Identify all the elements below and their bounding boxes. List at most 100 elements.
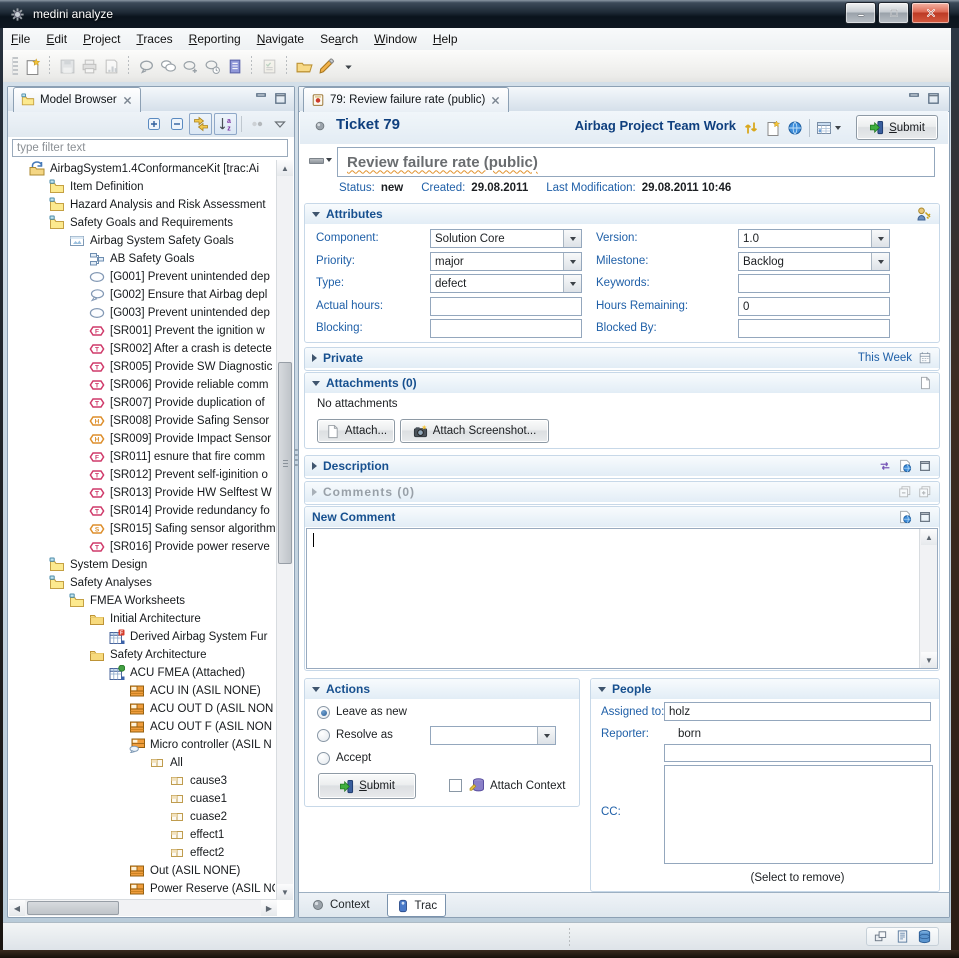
tab-context[interactable]: Context [303,894,378,915]
tree-item[interactable]: AB Safety Goals [9,250,275,268]
tree-item[interactable]: Micro controller (ASIL N [9,736,275,754]
collapse-all-icon[interactable] [898,485,912,499]
maximize-sq-icon[interactable] [918,459,932,473]
tree-item[interactable]: H[SR009] Provide Impact Sensor [9,430,275,448]
tree-item[interactable]: Airbag System Safety Goals [9,232,275,250]
menu-arrow-button[interactable] [337,55,359,77]
comment-scrollbar[interactable]: ▲ ▼ [919,529,937,668]
titlebar[interactable]: medini analyze [0,0,959,28]
menu-reporting[interactable]: Reporting [181,28,249,50]
tree-item[interactable]: Safety Goals and Requirements [9,214,275,232]
actual-hours-input[interactable] [430,297,582,316]
tree-item[interactable]: Hazard Analysis and Risk Assessment [9,196,275,214]
preview-globe-icon[interactable] [898,510,912,524]
comments-header[interactable]: Comments (0) [305,482,939,502]
tab-ticket-79[interactable]: 79: Review failure rate (public) [303,87,509,112]
tree-item[interactable]: T[SR007] Provide duplication of [9,394,275,412]
scrollbar-thumb[interactable] [278,362,292,564]
folder-open-button[interactable] [293,55,315,77]
sort-az-button[interactable]: az [214,113,237,135]
attributes-header[interactable]: Attributes [305,204,939,224]
attach-button[interactable]: Attach... [317,419,395,443]
attach-context-checkbox[interactable] [449,779,462,792]
radio-resolve-as[interactable] [317,729,330,742]
tree-item[interactable]: Out (ASIL NONE) [9,862,275,880]
tab-model-browser[interactable]: Model Browser [13,87,141,112]
tree-item[interactable]: cause3 [9,772,275,790]
blocked-by-input[interactable] [738,319,890,338]
scroll-up-arrow[interactable]: ▲ [277,160,293,176]
tree-item[interactable]: Item Definition [9,178,275,196]
menu-search[interactable]: Search [312,28,366,50]
scrollbar-thumb[interactable] [27,901,119,915]
tree-item[interactable]: System Design [9,556,275,574]
combo-dropdown-button[interactable] [537,727,555,744]
maximize-sq-icon[interactable] [918,510,932,524]
cc-list-box[interactable] [664,765,933,864]
tree-item[interactable]: [G001] Prevent unintended dep [9,268,275,286]
tree-item[interactable]: FMEA Worksheets [9,592,275,610]
tree-item[interactable]: H[SR008] Provide Safing Sensor [9,412,275,430]
minimize-view-icon[interactable] [254,91,269,106]
minimize-button[interactable] [845,2,876,24]
type-combo[interactable]: defect [430,274,582,293]
attachment-page-icon[interactable] [918,376,932,390]
menu-help[interactable]: Help [425,28,466,50]
scroll-up-arrow[interactable]: ▲ [921,529,937,545]
tree-item[interactable]: T[SR006] Provide reliable comm [9,376,275,394]
tree-item[interactable]: ACU FMEA (Attached) [9,664,275,682]
tree-item[interactable]: [G002] Ensure that Airbag depl [9,286,275,304]
collapse-box-button[interactable] [166,114,187,134]
assigned-to-input[interactable]: holz [664,702,931,721]
this-week-link[interactable]: This Week [858,352,912,364]
tree-item[interactable]: Power Reserve (ASIL NO [9,880,275,898]
milestone-combo[interactable]: Backlog [738,252,890,271]
maximize-button[interactable] [878,2,909,24]
collapse-header-button[interactable] [309,158,324,164]
tree-item[interactable]: cuase2 [9,808,275,826]
tree-item[interactable]: T[SR014] Provide redundancy fo [9,502,275,520]
component-combo[interactable]: Solution Core [430,229,582,248]
attach-screenshot-button[interactable]: Attach Screenshot... [400,419,549,443]
trace-bubble-recent-button[interactable] [201,55,223,77]
console-doc-icon[interactable] [895,929,910,944]
tree-item[interactable]: effect1 [9,826,275,844]
restore-tray-icon[interactable] [873,929,888,944]
sync-yellow-icon[interactable] [743,120,759,136]
tree-item[interactable]: FDerived Airbag System Fur [9,628,275,646]
dots-gray-button[interactable] [246,114,267,134]
person-key-icon[interactable] [916,206,932,222]
tree-item[interactable]: Safety Architecture [9,646,275,664]
tree-item[interactable]: ACU OUT F (ASIL NON [9,718,275,736]
attachments-header[interactable]: Attachments (0) [305,373,939,393]
calendar-icon[interactable] [918,351,932,365]
globe-icon[interactable] [787,120,803,136]
people-header[interactable]: People [591,679,939,699]
preview-globe-icon[interactable] [898,459,912,473]
desc-sync-icon[interactable] [878,459,892,473]
menu-project[interactable]: Project [75,28,128,50]
scheduling-dropdown[interactable] [816,120,841,136]
submit-button-actions[interactable]: Submit [318,773,416,799]
radio-accept[interactable] [317,752,330,765]
private-header[interactable]: Private This Week [305,348,939,368]
combo-dropdown-button[interactable] [563,230,581,247]
tree-item[interactable]: All [9,754,275,772]
combo-dropdown-button[interactable] [871,253,889,270]
combo-dropdown-button[interactable] [563,275,581,292]
tree-item[interactable]: ACU IN (ASIL NONE) [9,682,275,700]
resolve-as-combo[interactable] [430,726,556,745]
submit-button-top[interactable]: Submit [856,115,938,140]
link-arrows-button[interactable] [189,113,212,135]
tree-item[interactable]: [G003] Prevent unintended dep [9,304,275,322]
view-menu-button[interactable] [269,114,290,134]
expand-all-icon[interactable] [918,485,932,499]
cc-add-input[interactable] [664,744,931,762]
db-blue-icon[interactable] [917,929,932,944]
priority-combo[interactable]: major [430,252,582,271]
tree-filter-input[interactable] [12,139,288,157]
brush-button[interactable] [315,55,337,77]
close-button[interactable] [911,2,950,24]
tree-item[interactable]: S[SR015] Safing sensor algorithm [9,520,275,538]
scroll-left-arrow[interactable]: ◀ [9,900,25,916]
